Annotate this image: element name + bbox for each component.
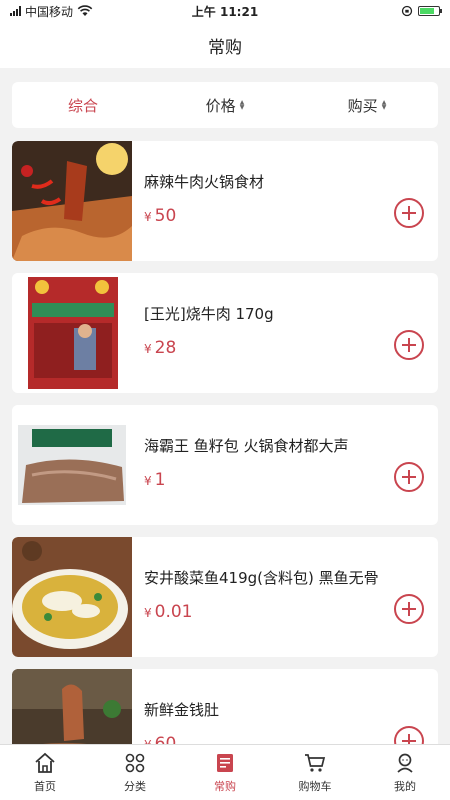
product-price: ¥28	[144, 338, 428, 358]
frequent-list-icon	[217, 754, 233, 772]
tab-bar: 首页 分类 常购 购物车 我的	[0, 744, 450, 800]
tab-frequent[interactable]: 常购	[180, 745, 270, 800]
add-to-cart-button[interactable]	[394, 198, 424, 228]
tab-home[interactable]: 首页	[0, 745, 90, 800]
page-title: 常购	[208, 37, 242, 58]
product-image	[12, 405, 132, 525]
product-name: 新鲜金钱肚	[144, 701, 220, 719]
product-card[interactable]: 麻辣牛肉火锅食材 ¥50	[12, 141, 438, 261]
product-price: ¥50	[144, 206, 428, 226]
currency-symbol: ¥	[144, 474, 152, 488]
price-value: 0.01	[154, 602, 193, 622]
cart-icon	[305, 754, 326, 772]
product-name: 安井酸菜鱼419g(含料包) 黑鱼无骨	[144, 569, 379, 587]
sort-overall-label: 综合	[67, 96, 98, 115]
tab-cart[interactable]: 购物车	[270, 745, 360, 800]
tab-category[interactable]: 分类	[90, 745, 180, 800]
price-value: 50	[154, 206, 177, 226]
carrier-label: 中国移动	[25, 4, 74, 19]
sort-purchase-label: 购买	[347, 96, 378, 115]
status-bar: 中国移动 上午 11:21	[0, 0, 450, 22]
tab-mine[interactable]: 我的	[360, 745, 450, 800]
add-to-cart-button[interactable]	[394, 330, 424, 360]
product-name: 麻辣牛肉火锅食材	[144, 173, 265, 191]
sort-price-label: 价格	[205, 96, 236, 115]
tab-mine-label: 我的	[394, 780, 416, 793]
add-to-cart-button[interactable]	[394, 594, 424, 624]
price-value: 28	[154, 338, 177, 358]
status-right	[401, 5, 442, 17]
add-to-cart-button[interactable]	[394, 462, 424, 492]
product-card[interactable]: [王光]烧牛肉 170g ¥28	[12, 273, 438, 393]
product-info: 海霸王 鱼籽包 火锅食材都大声 ¥1	[132, 405, 438, 525]
sort-overall[interactable]: 综合	[12, 95, 154, 116]
product-image	[12, 141, 132, 261]
home-icon	[35, 752, 55, 773]
tab-category-label: 分类	[124, 780, 146, 793]
product-name: [王光]烧牛肉 170g	[144, 305, 274, 323]
orientation-lock-icon	[401, 5, 413, 17]
product-info: 麻辣牛肉火锅食材 ¥50	[132, 141, 438, 261]
product-price: ¥0.01	[144, 602, 428, 622]
tab-cart-label: 购物车	[298, 780, 332, 793]
tab-home-label: 首页	[34, 780, 56, 793]
price-value: 1	[154, 470, 166, 490]
currency-symbol: ¥	[144, 606, 152, 620]
battery-icon	[418, 6, 442, 16]
tab-frequent-label: 常购	[214, 780, 236, 793]
product-info: [王光]烧牛肉 170g ¥28	[132, 273, 438, 393]
sort-arrows-icon: ▲ ▼	[381, 99, 387, 111]
sort-arrows-icon: ▲ ▼	[239, 99, 245, 111]
product-card[interactable]: 安井酸菜鱼419g(含料包) 黑鱼无骨 ¥0.01	[12, 537, 438, 657]
sort-purchase[interactable]: 购买 ▲ ▼	[296, 95, 438, 116]
nav-bar: 常购	[0, 22, 450, 68]
currency-symbol: ¥	[144, 210, 152, 224]
product-list: 麻辣牛肉火锅食材 ¥50 [王光]烧牛肉 170g ¥28 海霸王 鱼籽包 火锅…	[12, 141, 438, 800]
wifi-icon	[77, 5, 93, 16]
product-price: ¥1	[144, 470, 428, 490]
status-left: 中国移动	[10, 3, 93, 20]
category-grid-icon	[125, 753, 145, 773]
product-info: 安井酸菜鱼419g(含料包) 黑鱼无骨 ¥0.01	[132, 537, 438, 657]
user-profile-icon	[397, 753, 413, 773]
product-card[interactable]: 海霸王 鱼籽包 火锅食材都大声 ¥1	[12, 405, 438, 525]
product-name: 海霸王 鱼籽包 火锅食材都大声	[144, 437, 349, 455]
product-image	[12, 537, 132, 657]
currency-symbol: ¥	[144, 342, 152, 356]
sort-bar: 综合 价格 ▲ ▼ 购买 ▲ ▼	[12, 82, 438, 128]
signal-icon	[10, 6, 21, 16]
product-image	[12, 273, 132, 393]
sort-price[interactable]: 价格 ▲ ▼	[154, 95, 296, 116]
